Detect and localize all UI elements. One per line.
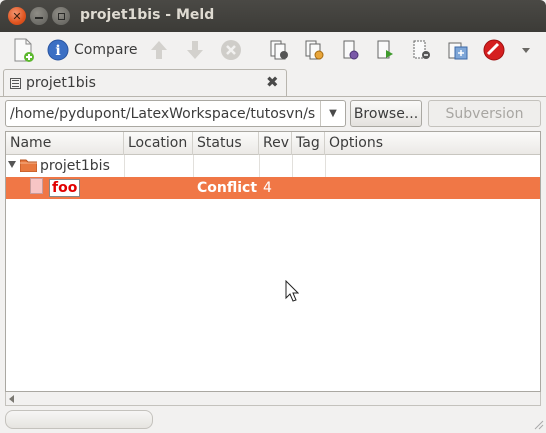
vc-compare-icon [270,40,288,60]
column-header-status[interactable]: Status [193,132,259,155]
column-header-name[interactable]: Name [6,132,124,155]
compare-label: Compare [74,42,138,58]
new-document-icon [14,38,34,62]
row-name: projet1bis [40,158,110,174]
title-bar: ✕ projet1bis - Meld [0,0,546,32]
vcs-selector[interactable]: Subversion [428,100,541,127]
vc-resolved-button[interactable] [482,36,506,64]
window-maximize-button[interactable] [52,7,70,25]
progress-bar [5,410,153,429]
resize-grip-icon[interactable] [532,418,544,430]
window-title: projet1bis - Meld [80,7,215,23]
column-header-options[interactable]: Options [325,132,540,155]
table-row[interactable]: foo Conflict 4 [6,177,540,199]
status-bar [0,407,546,433]
tab-divider [0,96,546,97]
location-path[interactable]: /home/pydupont/LatexWorkspace/tutosvn/s [10,106,315,122]
vc-commit-icon [305,40,324,60]
toolbar-overflow-button[interactable] [520,36,532,64]
row-rev: 4 [263,180,272,196]
overflow-chevron-icon [522,48,530,53]
vc-add-button[interactable] [374,36,398,64]
table-row[interactable]: projet1bis [6,155,540,177]
column-header-rev[interactable]: Rev [259,132,292,155]
toolbar: i Compare [0,32,546,68]
tab-close-icon[interactable]: ✖ [266,73,279,91]
folder-icon [20,159,37,172]
file-icon [30,178,43,194]
table-header: Name Location Status Rev Tag Options [6,132,540,155]
no-entry-icon [483,39,505,61]
row-name-editing[interactable]: foo [49,179,81,197]
vc-update-icon [343,40,359,60]
column-header-tag[interactable]: Tag [292,132,325,155]
vc-add-icon [377,40,393,59]
scroll-left-icon[interactable] [9,395,14,403]
browse-button[interactable]: Browse... [350,100,422,127]
stop-button[interactable] [219,36,243,64]
mouse-pointer-icon [285,280,299,302]
location-combo[interactable]: /home/pydupont/LatexWorkspace/tutosvn/s … [5,100,346,127]
tab-document-icon [10,78,21,89]
vc-compare-button[interactable] [268,36,292,64]
vc-remove-button[interactable] [410,36,434,64]
vc-revert-icon [448,42,468,60]
previous-change-button[interactable] [148,36,170,64]
arrow-down-icon [187,41,203,59]
window-close-button[interactable]: ✕ [8,7,26,25]
vc-update-button[interactable] [339,36,363,64]
window-minimize-button[interactable] [30,7,48,25]
vc-commit-button[interactable] [303,36,327,64]
vc-remove-icon [413,40,430,59]
tab-projet1bis[interactable]: projet1bis ✖ [3,69,287,97]
info-icon: i [47,39,69,61]
expander-arrow-icon[interactable] [8,161,16,168]
arrow-up-icon [151,41,167,59]
column-header-location[interactable]: Location [124,132,193,155]
new-comparison-button[interactable] [10,36,36,64]
row-status: Conflict [197,180,258,196]
stop-icon [221,40,241,60]
svg-text:i: i [55,43,60,59]
chevron-down-icon[interactable]: ▼ [320,101,345,126]
tab-label: projet1bis [26,75,96,91]
horizontal-scrollbar[interactable] [5,392,541,406]
vc-revert-button[interactable] [446,36,470,64]
file-tree-table[interactable]: Name Location Status Rev Tag Options pro… [5,131,541,392]
next-change-button[interactable] [184,36,206,64]
compare-button[interactable]: i Compare [46,36,138,64]
